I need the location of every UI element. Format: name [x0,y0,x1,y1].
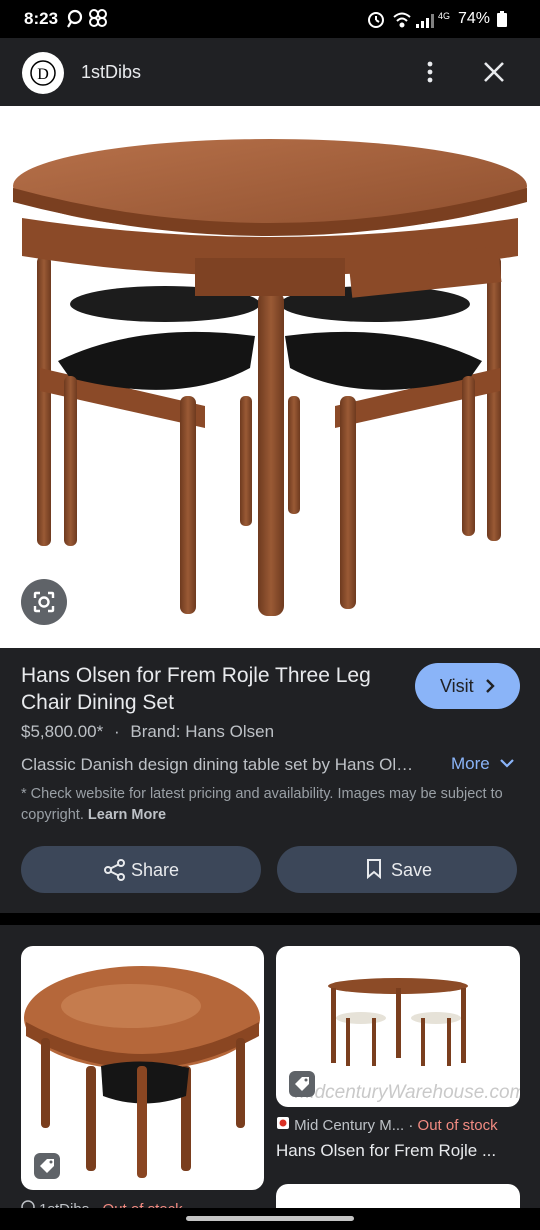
chevron-right-icon [486,679,495,693]
section-divider [0,913,540,925]
related-title-2[interactable]: Hans Olsen for Frem Rojle ... [276,1141,496,1161]
save-label: Save [391,860,433,880]
battery-icon [497,11,507,27]
learn-more-link[interactable]: Learn More [88,807,166,823]
more-label: More [451,754,490,773]
dining-set-illustration [13,139,527,616]
disclaimer: * Check website for latest pricing and a… [21,784,511,826]
svg-text:D: D [37,66,49,83]
stock-status: Out of stock [417,1117,498,1134]
wifi-icon [393,12,411,28]
related-source-2: Mid Century M... · Out of stock [276,1116,498,1134]
lens-icon [33,591,55,613]
notification-icons [67,9,107,28]
share-label: Share [131,860,180,880]
site-name[interactable]: 1stDibs [81,62,141,83]
listing-title[interactable]: Hans Olsen for Frem Rojle Three Leg Chai… [21,662,401,716]
viewer-header: D 1stDibs [0,38,540,106]
system-icons: 4G [368,11,450,28]
visit-button[interactable]: Visit [415,663,520,709]
watermark: MidcenturyWarehouse.com [295,1082,520,1103]
lens-button[interactable] [21,579,67,625]
search-icon [67,9,83,28]
status-time: 8:23 [24,9,59,28]
close-icon[interactable] [481,59,507,85]
more-button[interactable]: More [451,754,514,774]
share-icon [104,859,125,881]
battery-percent: 74% [458,10,491,27]
source-name: Mid Century M... [294,1117,405,1134]
logo-icon: D [30,60,56,86]
price: $5,800.00* [21,722,104,741]
network-type: 4G [438,11,450,21]
tag-icon [295,1077,309,1091]
save-button[interactable]: Save [277,846,517,893]
price-row: $5,800.00* · Brand: Hans Olsen [21,722,274,742]
site-favicon [277,1117,289,1129]
brand: Brand: Hans Olsen [130,722,275,741]
separator: · [113,722,120,741]
site-logo[interactable]: D [22,52,64,94]
description: Classic Danish design dining table set b… [21,755,421,774]
visit-label: Visit [440,676,474,696]
bookmark-icon [367,859,381,879]
signal-icon [416,14,434,28]
tag-icon [40,1159,54,1173]
tag-button-2[interactable] [289,1071,315,1097]
chevron-down-icon [500,759,514,768]
pinwheel-icon [89,9,107,27]
product-image[interactable] [0,106,540,648]
alarm-icon [368,12,384,28]
tag-button-1[interactable] [34,1153,60,1179]
share-button[interactable]: Share [21,846,261,893]
home-handle[interactable] [186,1216,354,1221]
more-vert-icon[interactable] [420,60,440,84]
status-bar: 8:23 4G 74% [0,0,540,38]
